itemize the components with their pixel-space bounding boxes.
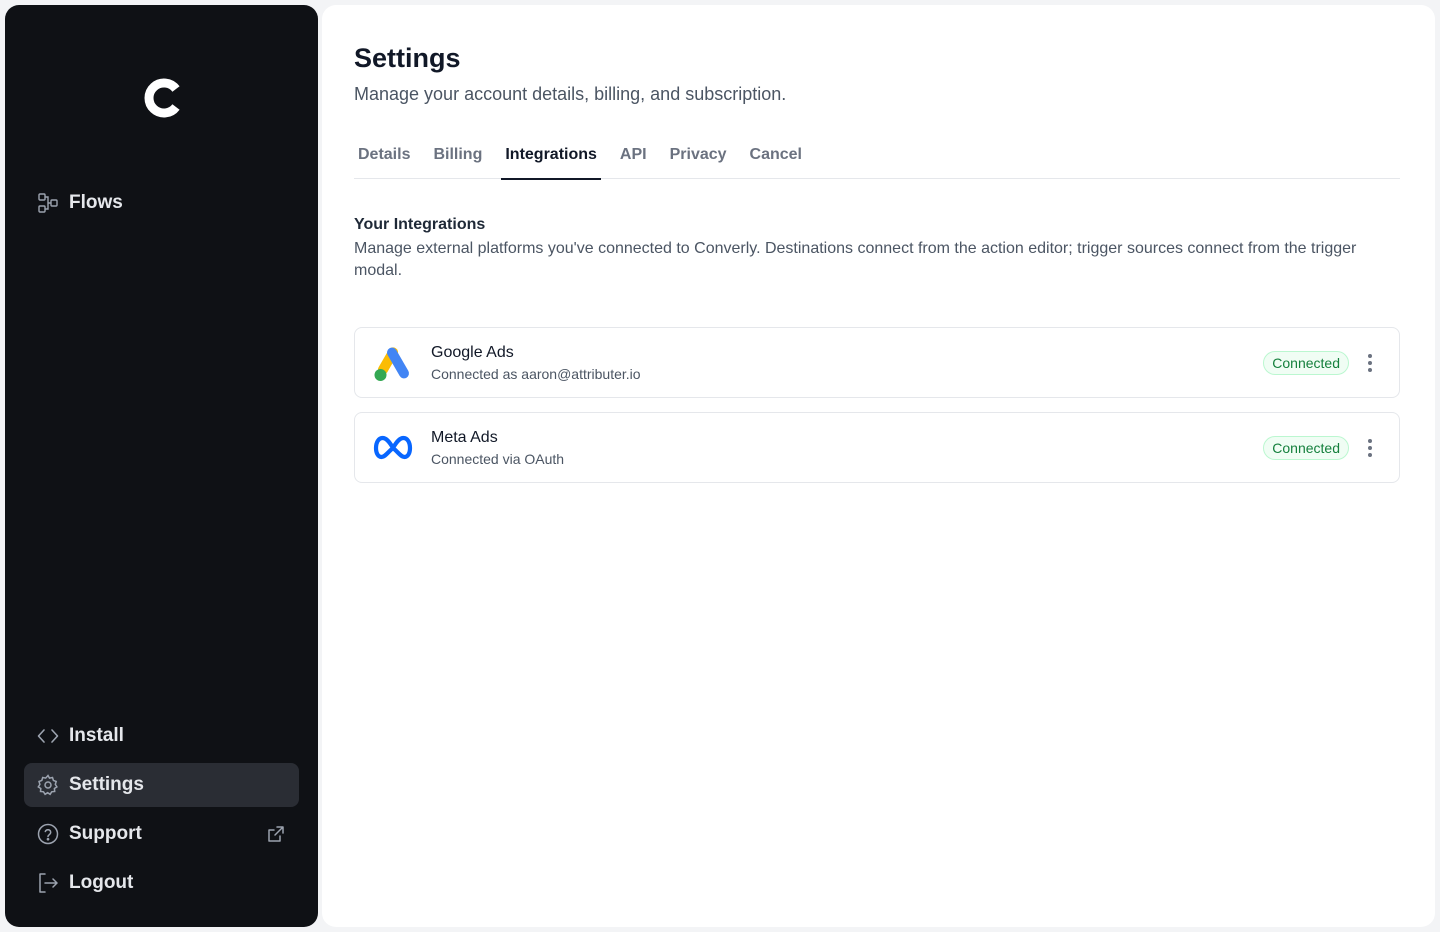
- tab-details[interactable]: Details: [354, 134, 414, 179]
- integration-meta: Connected as aaron@attributer.io: [431, 366, 641, 382]
- sidebar-item-label: Support: [69, 823, 142, 844]
- tab-integrations[interactable]: Integrations: [501, 134, 601, 180]
- tab-api[interactable]: API: [616, 134, 651, 179]
- code-icon: [37, 725, 59, 747]
- page-subtitle: Manage your account details, billing, an…: [354, 84, 787, 104]
- more-options-icon[interactable]: [1359, 437, 1381, 459]
- settings-tabs: Details Billing Integrations API Privacy…: [354, 134, 1400, 180]
- sidebar-item-label: Install: [69, 725, 124, 746]
- sidebar-item-support[interactable]: Support: [24, 812, 299, 856]
- external-link-icon: [266, 824, 286, 844]
- sidebar-item-label: Logout: [69, 872, 134, 893]
- integration-meta: Connected via OAuth: [431, 451, 565, 467]
- sidebar-item-label: Settings: [69, 774, 144, 795]
- integration-card-meta-ads: Meta Ads Connected via OAuth Connected: [354, 412, 1400, 483]
- main-panel: Settings Manage your account details, bi…: [322, 5, 1435, 927]
- converly-logo-icon[interactable]: [143, 77, 185, 119]
- tab-cancel[interactable]: Cancel: [746, 134, 806, 179]
- gear-icon: [37, 774, 59, 796]
- sidebar-item-flows[interactable]: Flows: [24, 181, 299, 225]
- tab-privacy[interactable]: Privacy: [666, 134, 731, 179]
- status-badge: Connected: [1263, 351, 1349, 375]
- integration-name: Google Ads: [431, 344, 514, 361]
- status-badge: Connected: [1263, 436, 1349, 460]
- meta-icon: [373, 429, 413, 467]
- sidebar-item-logout[interactable]: Logout: [24, 861, 299, 905]
- sidebar: Flows Install Settings Support Logout: [5, 5, 318, 927]
- logout-icon: [37, 872, 59, 894]
- sidebar-item-settings[interactable]: Settings: [24, 763, 299, 807]
- sidebar-item-install[interactable]: Install: [24, 714, 299, 758]
- integration-card-google-ads: Google Ads Connected as aaron@attributer…: [354, 327, 1400, 398]
- flows-icon: [37, 192, 59, 214]
- integration-name: Meta Ads: [431, 429, 498, 446]
- page-title: Settings: [354, 43, 461, 73]
- tab-billing[interactable]: Billing: [429, 134, 486, 179]
- section-title: Your Integrations: [354, 216, 486, 233]
- more-options-icon[interactable]: [1359, 352, 1381, 374]
- app-root: Flows Install Settings Support Logout Se…: [0, 0, 1440, 932]
- google-ads-icon: [373, 344, 413, 382]
- help-circle-icon: [37, 823, 59, 845]
- section-description: Manage external platforms you've connect…: [354, 240, 1357, 279]
- sidebar-item-label: Flows: [69, 192, 123, 213]
